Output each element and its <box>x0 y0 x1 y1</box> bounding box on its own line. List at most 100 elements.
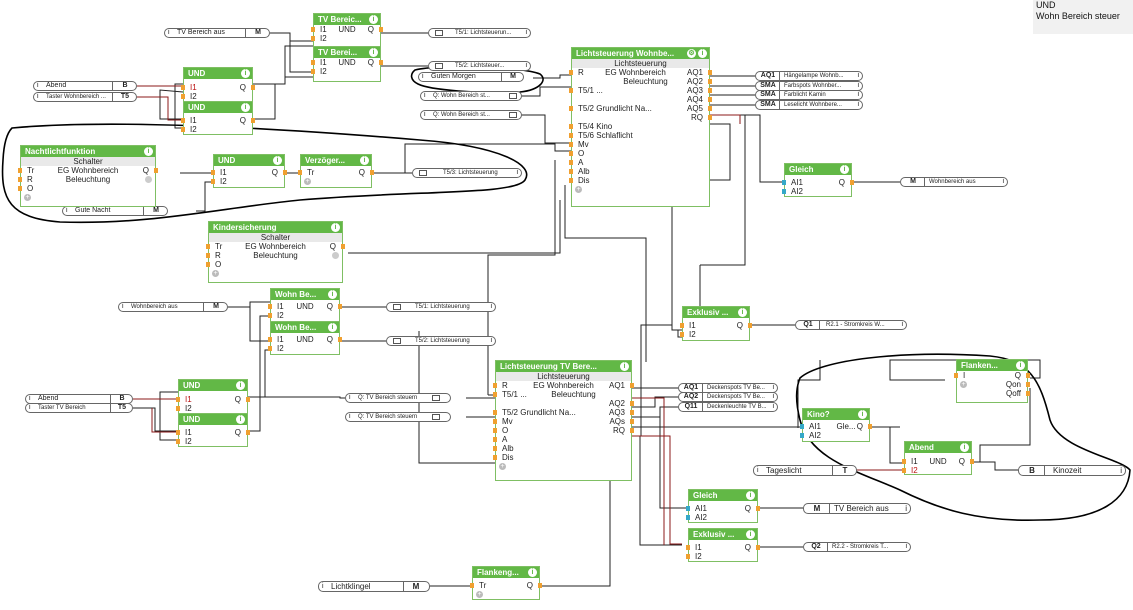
input-pin[interactable] <box>311 69 315 74</box>
input-pin[interactable] <box>680 332 684 337</box>
block-lichtsteuerung-wohnbereich[interactable]: Lichtsteuerung Wohnbe... ⚙ i Lichtsteuerun… <box>569 47 712 207</box>
info-icon[interactable]: i <box>331 223 340 232</box>
output-pin[interactable] <box>756 545 760 550</box>
input-pin[interactable] <box>211 170 215 175</box>
input-pin[interactable] <box>569 106 573 111</box>
block-nachtlichtfunktion[interactable]: Nachtlichtfunktion i Schalter Tr EG Wohnbe… <box>18 145 158 207</box>
output-t51-top[interactable]: T5/1: Lichtsteuerun... i <box>428 28 531 38</box>
input-pin[interactable] <box>181 85 185 90</box>
input-pin[interactable] <box>569 133 573 138</box>
input-pin[interactable] <box>680 323 684 328</box>
output-q2-stromkreis[interactable]: Q2 R2.2 - Stromkreis T... i <box>803 542 911 552</box>
output-tv-bereich-aus[interactable]: M TV Bereich aus i <box>803 503 911 514</box>
output-pin[interactable] <box>246 397 250 402</box>
input-pin[interactable] <box>686 554 690 559</box>
output-kinozeit[interactable]: B Kinozeit i <box>1018 465 1126 476</box>
info-icon[interactable]: i <box>236 381 245 390</box>
marker-guten-morgen[interactable]: i Guten Morgen M <box>418 72 524 82</box>
block-und-mid-2[interactable]: UND i I1 Q I2 <box>176 413 250 447</box>
input-pin[interactable] <box>176 406 180 411</box>
output-pin[interactable] <box>338 304 342 309</box>
input-pin[interactable] <box>176 397 180 402</box>
input-pin[interactable] <box>268 346 272 351</box>
input-pin[interactable] <box>181 94 185 99</box>
input-taster-wohnbereich[interactable]: i Taster Wohnbereich ... T5 <box>33 92 137 102</box>
info-icon[interactable]: i <box>273 156 282 165</box>
output-t51-mid[interactable]: T5/1: Lichtsteuerung i <box>386 302 496 312</box>
input-pin[interactable] <box>493 446 497 451</box>
info-icon[interactable]: i <box>328 290 337 299</box>
block-wohn-bereich-und-2[interactable]: Wohn Be... i I1 UND Q I2 <box>268 321 342 355</box>
output-pin[interactable] <box>970 459 974 464</box>
output-pin[interactable] <box>708 106 712 111</box>
input-pin[interactable] <box>493 437 497 442</box>
block-verzoegerung[interactable]: Verzöger... i Tr Q + <box>298 154 374 188</box>
info-icon[interactable]: i <box>369 15 378 24</box>
settings-icon[interactable]: ⚙ <box>687 49 696 58</box>
analog-input-pin[interactable] <box>782 180 786 185</box>
input-pin[interactable] <box>493 419 497 424</box>
input-pin[interactable] <box>311 36 315 41</box>
output-pin[interactable] <box>1026 391 1030 396</box>
output-pin[interactable] <box>154 168 158 173</box>
add-input-icon[interactable]: + <box>575 186 582 193</box>
jump-q-tv-bereich-2[interactable]: i Q: TV Bereich steuern <box>345 412 451 422</box>
output-pin[interactable] <box>538 583 542 588</box>
info-icon[interactable]: i <box>328 323 337 332</box>
output-pin[interactable] <box>379 27 383 32</box>
output-aq2-deckenspots[interactable]: AQ2 Deckenspots TV Be... i <box>678 392 778 402</box>
info-icon[interactable]: i <box>236 415 245 424</box>
output-pin[interactable] <box>630 401 634 406</box>
input-pin[interactable] <box>298 170 302 175</box>
analog-input-pin[interactable] <box>800 424 804 429</box>
block-wohn-bereich-und-1[interactable]: Wohn Be... i I1 UND Q I2 <box>268 288 342 322</box>
output-pin[interactable] <box>630 419 634 424</box>
block-gleich-bottom[interactable]: Gleich i AI1 Q AI2 <box>686 489 760 523</box>
output-pin[interactable] <box>251 118 255 123</box>
add-input-icon[interactable]: + <box>304 178 311 185</box>
output-t52-top[interactable]: T5/2: Lichtsteuer... i <box>428 61 531 71</box>
info-icon[interactable]: i <box>858 410 867 419</box>
input-pin[interactable] <box>268 313 272 318</box>
input-pin[interactable] <box>569 124 573 129</box>
input-pin[interactable] <box>569 178 573 183</box>
output-pin[interactable] <box>630 428 634 433</box>
info-icon[interactable]: i <box>960 443 969 452</box>
output-q1-stromkreis[interactable]: Q1 R2.1 - Stromkreis W... i <box>795 320 907 330</box>
output-pin[interactable] <box>708 88 712 93</box>
input-abend-top[interactable]: i Abend B <box>33 81 137 91</box>
block-flankenerkennung-right[interactable]: Flanken... i I Q + Qon Qoff <box>954 359 1030 403</box>
block-tv-bereich-und-1[interactable]: TV Bereic... i I1 UND Q I2 <box>311 13 383 49</box>
add-input-icon[interactable]: + <box>499 463 506 470</box>
info-icon[interactable]: i <box>369 48 378 57</box>
info-icon[interactable]: i <box>746 491 755 500</box>
add-input-icon[interactable]: + <box>960 381 967 388</box>
info-icon[interactable]: i <box>746 530 755 539</box>
input-pin[interactable] <box>206 262 210 267</box>
input-pin[interactable] <box>211 179 215 184</box>
input-pin[interactable] <box>569 169 573 174</box>
block-kino-gleich[interactable]: Kino? i AI1 Gle... Q AI2 <box>800 408 872 442</box>
marker-lichtklingel[interactable]: i Lichtklingel M <box>318 581 430 592</box>
output-pin[interactable] <box>338 337 342 342</box>
input-pin[interactable] <box>569 160 573 165</box>
output-aq1-haengelampe[interactable]: AQ1 Hängelampe Wohnb... i <box>755 71 863 81</box>
input-pin[interactable] <box>493 392 497 397</box>
input-pin[interactable] <box>569 151 573 156</box>
output-sma-leselicht[interactable]: SMA Leselicht Wohnbere... i <box>755 100 863 110</box>
analog-input-pin[interactable] <box>686 506 690 511</box>
block-lichtsteuerung-tv-bereich[interactable]: Lichtsteuerung TV Bere... i Lichtsteuerun… <box>493 360 634 481</box>
output-pin[interactable] <box>283 170 287 175</box>
block-kindersicherung[interactable]: Kindersicherung i Schalter Tr EG Wohnberei… <box>206 221 345 283</box>
output-pin[interactable] <box>630 410 634 415</box>
input-pin[interactable] <box>176 439 180 444</box>
input-pin[interactable] <box>176 430 180 435</box>
output-pin[interactable] <box>246 430 250 435</box>
jump-q-tv-bereich-1[interactable]: i Q: TV Bereich steuern <box>345 393 451 403</box>
output-q11-deckenleuchte[interactable]: Q11 Deckenleuchte TV B... i <box>678 402 778 412</box>
info-icon[interactable]: i <box>620 362 629 371</box>
output-pin[interactable] <box>1026 382 1030 387</box>
jump-q-wohn-bereich-2[interactable]: i Q: Wohn Bereich st... <box>420 110 522 120</box>
block-exklusiv-oder-2[interactable]: Exklusiv ... i I1 Q I2 <box>686 528 760 562</box>
analog-input-pin[interactable] <box>800 433 804 438</box>
